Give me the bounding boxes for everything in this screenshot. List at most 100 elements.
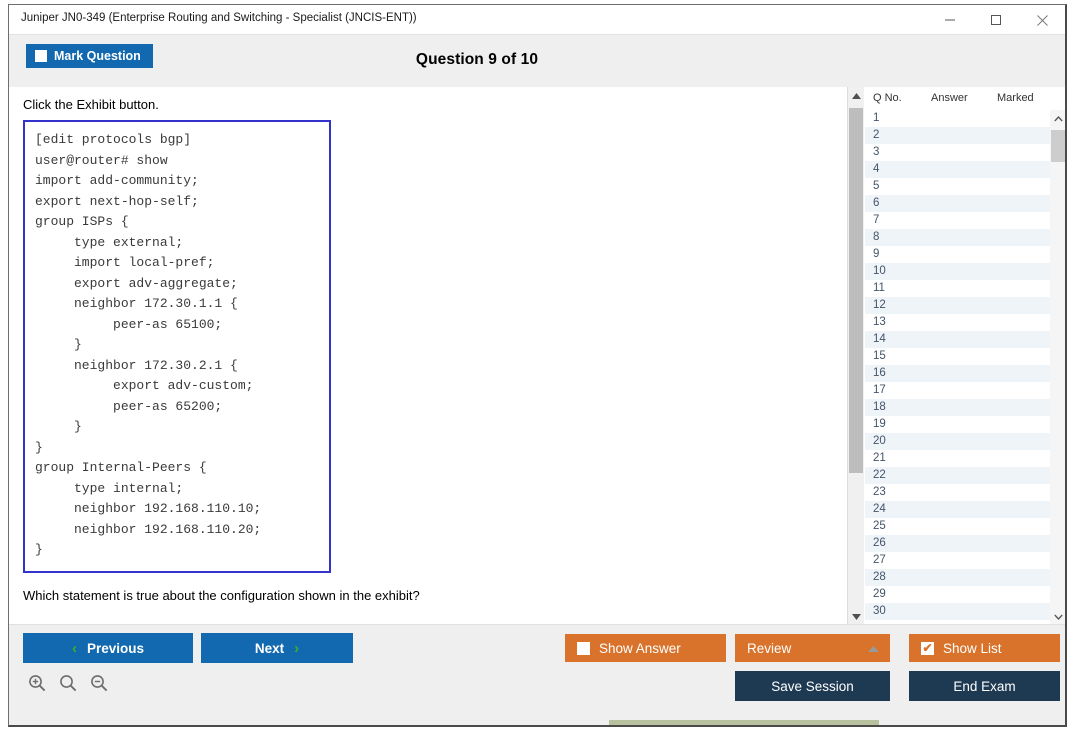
table-row[interactable]: 8: [865, 229, 1050, 246]
zoom-reset-icon[interactable]: [58, 673, 78, 698]
table-row[interactable]: 10: [865, 263, 1050, 280]
show-list-button[interactable]: ✔ Show List: [909, 634, 1060, 662]
cell-qno: 19: [873, 418, 886, 430]
cell-qno: 8: [873, 231, 880, 243]
close-icon[interactable]: [1019, 5, 1065, 35]
previous-button-label: Previous: [86, 640, 145, 656]
table-row[interactable]: 2: [865, 127, 1050, 144]
list-scroll-up-icon[interactable]: [1050, 110, 1065, 127]
exhibit-code: [edit protocols bgp] user@router# show i…: [35, 132, 262, 557]
cell-qno: 25: [873, 520, 886, 532]
cell-qno: 24: [873, 503, 886, 515]
table-row[interactable]: 26: [865, 535, 1050, 552]
table-row[interactable]: 25: [865, 518, 1050, 535]
next-button-label: Next: [254, 640, 285, 656]
table-row[interactable]: 23: [865, 484, 1050, 501]
table-row[interactable]: 28: [865, 569, 1050, 586]
show-answer-checkbox[interactable]: [577, 641, 590, 655]
cell-qno: 29: [873, 588, 886, 600]
table-row[interactable]: 19: [865, 416, 1050, 433]
checkmark-icon: ✔: [922, 641, 933, 655]
table-row[interactable]: 13: [865, 314, 1050, 331]
title-bar: Juniper JN0-349 (Enterprise Routing and …: [9, 5, 1065, 35]
table-row[interactable]: 4: [865, 161, 1050, 178]
end-exam-label: End Exam: [953, 678, 1016, 694]
cell-qno: 2: [873, 129, 880, 141]
exhibit-prompt: Click the Exhibit button.: [23, 97, 159, 112]
chevron-left-icon: ‹: [71, 639, 77, 657]
page-title: Question 9 of 10: [415, 51, 539, 68]
cell-qno: 12: [873, 299, 886, 311]
table-row[interactable]: 12: [865, 297, 1050, 314]
chevron-up-icon: [867, 641, 880, 656]
table-row[interactable]: 30: [865, 603, 1050, 620]
maximize-icon[interactable]: [973, 5, 1019, 35]
question-content-area: Click the Exhibit button. [edit protocol…: [10, 87, 846, 625]
table-row[interactable]: 7: [865, 212, 1050, 229]
table-row[interactable]: 21: [865, 450, 1050, 467]
show-answer-button[interactable]: Show Answer: [565, 634, 726, 662]
table-row[interactable]: 15: [865, 348, 1050, 365]
main-window: Juniper JN0-349 (Enterprise Routing and …: [8, 4, 1067, 727]
cell-qno: 9: [873, 248, 880, 260]
cell-qno: 23: [873, 486, 886, 498]
window-title: Juniper JN0-349 (Enterprise Routing and …: [21, 12, 417, 24]
cell-qno: 13: [873, 316, 886, 328]
table-row[interactable]: 6: [865, 195, 1050, 212]
table-row[interactable]: 3: [865, 144, 1050, 161]
cell-qno: 16: [873, 367, 886, 379]
zoom-controls: [27, 673, 109, 698]
window-bottom-shade: [609, 720, 879, 725]
cell-qno: 26: [873, 537, 886, 549]
content-scrollbar-thumb[interactable]: [849, 108, 863, 473]
cell-qno: 27: [873, 554, 886, 566]
next-button[interactable]: Next ›: [201, 633, 353, 663]
cell-qno: 22: [873, 469, 886, 481]
cell-qno: 17: [873, 384, 886, 396]
table-row[interactable]: 16: [865, 365, 1050, 382]
cell-qno: 18: [873, 401, 886, 413]
minimize-icon[interactable]: [927, 5, 973, 35]
question-list-scrollbar-thumb[interactable]: [1051, 130, 1065, 162]
table-row[interactable]: 27: [865, 552, 1050, 569]
exhibit-panel: [edit protocols bgp] user@router# show i…: [23, 120, 331, 573]
save-session-button[interactable]: Save Session: [735, 671, 890, 701]
table-row[interactable]: 5: [865, 178, 1050, 195]
show-list-checkbox[interactable]: ✔: [921, 641, 934, 655]
cell-qno: 14: [873, 333, 886, 345]
end-exam-button[interactable]: End Exam: [909, 671, 1060, 701]
question-list-panel: Q No. Answer Marked 1 2 3 4 5 6 7 8 9 10 11 12 13 14 1…: [865, 87, 1065, 625]
table-row[interactable]: 24: [865, 501, 1050, 518]
table-row[interactable]: 18: [865, 399, 1050, 416]
table-row[interactable]: 17: [865, 382, 1050, 399]
scroll-up-icon[interactable]: [848, 87, 865, 104]
question-list-body[interactable]: 1 2 3 4 5 6 7 8 9 10 11 12 13 14 15 16 17 18 19 20 21 22 23 24 2…: [865, 110, 1050, 625]
table-row[interactable]: 1: [865, 110, 1050, 127]
cell-qno: 28: [873, 571, 886, 583]
show-list-label: Show List: [943, 640, 1002, 656]
question-list-scrollbar[interactable]: [1050, 110, 1065, 625]
review-dropdown[interactable]: Review: [735, 634, 890, 662]
zoom-out-icon[interactable]: [89, 673, 109, 698]
column-header-qno: Q No.: [873, 92, 902, 104]
list-scroll-down-icon[interactable]: [1050, 608, 1065, 625]
table-row[interactable]: 20: [865, 433, 1050, 450]
cell-qno: 21: [873, 452, 886, 464]
table-row[interactable]: 9: [865, 246, 1050, 263]
previous-button[interactable]: ‹ Previous: [23, 633, 193, 663]
table-row[interactable]: 22: [865, 467, 1050, 484]
review-dropdown-label: Review: [747, 640, 792, 656]
column-header-marked: Marked: [997, 92, 1034, 104]
table-row[interactable]: 11: [865, 280, 1050, 297]
table-row[interactable]: 29: [865, 586, 1050, 603]
footer-bar: ‹ Previous Next › Show Answer Review ✔ S…: [9, 624, 1065, 725]
scroll-down-icon[interactable]: [848, 608, 865, 625]
cell-qno: 15: [873, 350, 886, 362]
table-row[interactable]: 14: [865, 331, 1050, 348]
zoom-in-icon[interactable]: [27, 673, 47, 698]
save-session-label: Save Session: [771, 678, 854, 694]
cell-qno: 30: [873, 605, 886, 617]
content-scrollbar[interactable]: [847, 87, 864, 625]
cell-qno: 10: [873, 265, 886, 277]
chevron-right-icon: ›: [294, 639, 300, 657]
